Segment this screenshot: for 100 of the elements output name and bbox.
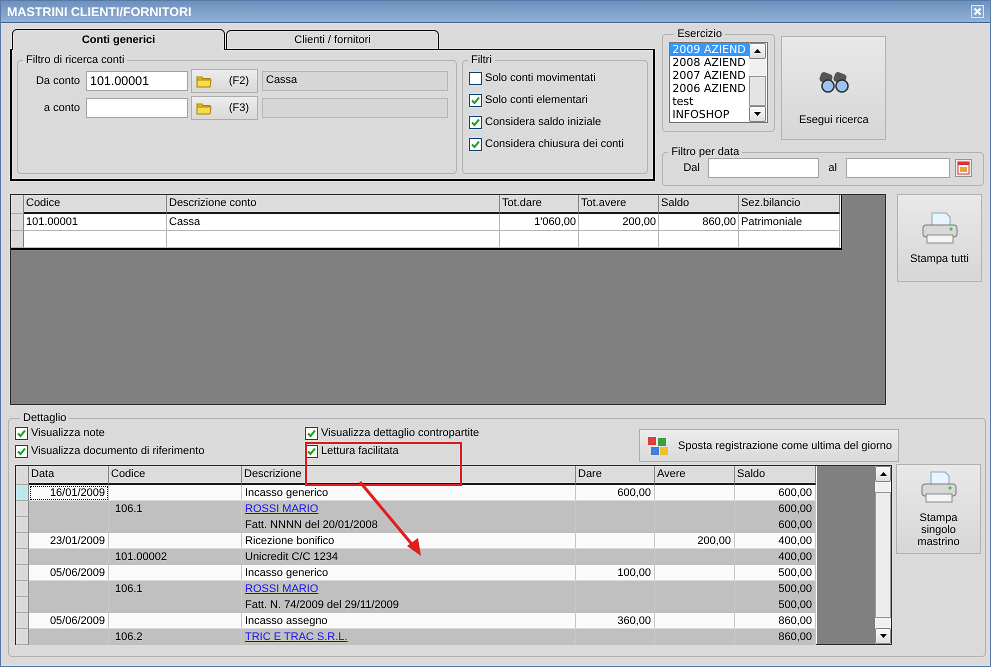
table-cell: 200,00 (579, 214, 659, 231)
row-header[interactable] (16, 517, 29, 533)
account-link[interactable]: ROSSI MARIO (245, 583, 318, 595)
row-header[interactable] (16, 565, 29, 581)
scroll-down-button[interactable] (875, 628, 891, 644)
row-header[interactable] (16, 485, 29, 501)
field-label: Da conto (34, 75, 80, 87)
table-cell: 500,00 (735, 565, 816, 581)
scroll-up-button[interactable] (875, 466, 891, 482)
table-cell: Fatt. N. 74/2009 del 29/11/2009 (242, 597, 576, 613)
checkbox[interactable] (469, 116, 482, 128)
scroll-down-button[interactable] (749, 106, 766, 122)
cubes-icon (646, 434, 670, 456)
table-cell: 400,00 (735, 549, 816, 565)
column-header[interactable]: Descrizione conto (167, 195, 500, 214)
scrollbar[interactable] (875, 466, 891, 644)
table-cell: 106.1 (109, 501, 242, 517)
checkbox-label: Visualizza note (31, 427, 105, 439)
printer-icon (920, 211, 960, 245)
row-header[interactable] (16, 549, 29, 565)
date-field[interactable] (846, 158, 950, 178)
field-label: a conto (42, 102, 80, 114)
table-cell: 600,00 (735, 485, 816, 501)
table-cell: Patrimoniale (739, 214, 840, 231)
scrollbar-thumb[interactable] (749, 76, 766, 106)
tab[interactable]: Conti generici (12, 29, 225, 50)
column-header[interactable]: Dare (576, 466, 655, 485)
column-header[interactable]: Tot.avere (579, 195, 659, 214)
checkbox[interactable] (469, 138, 482, 150)
account-field[interactable]: 101.00001 (86, 71, 188, 91)
table-cell: 500,00 (735, 597, 816, 613)
row-header[interactable] (11, 231, 24, 248)
list-item[interactable]: 2006 AZIEND (670, 82, 750, 95)
group-title: Filtro per data (670, 146, 740, 158)
row-header[interactable] (16, 501, 29, 517)
move-entry-button[interactable]: Sposta registrazione come ultima del giorno (639, 429, 899, 462)
column-header[interactable]: Data (29, 466, 109, 485)
scrollbar-thumb[interactable] (875, 492, 891, 618)
checkbox-label: Lettura facilitata (321, 445, 399, 457)
column-header[interactable]: Codice (24, 195, 167, 214)
table-cell: 100,00 (576, 565, 655, 581)
print-ledger-button[interactable]: Stampa singolo mastrino (896, 464, 981, 554)
checkbox[interactable] (15, 444, 28, 458)
table-cell: 101.00001 (24, 214, 167, 231)
list-item[interactable]: test (670, 95, 750, 108)
column-header[interactable]: Descrizione (242, 466, 576, 485)
table-cell: 16/01/2009 (29, 485, 109, 501)
date-field[interactable] (708, 158, 820, 178)
fiscal-year-list[interactable]: 2009 AZIEND 2008 AZIEND 2007 AZIEND 2006 AZIEND test INFOSHOP (669, 42, 768, 123)
table-cell: 600,00 (576, 485, 655, 501)
column-header[interactable]: Saldo (735, 466, 816, 485)
table-cell: 106.2 (109, 629, 242, 645)
triangle-up-icon (754, 49, 762, 53)
column-header[interactable]: Saldo (659, 195, 739, 214)
column-header[interactable]: Sez.bilancio (739, 195, 840, 214)
lookup-button[interactable]: (F2) (191, 69, 258, 93)
close-icon[interactable] (971, 5, 984, 18)
table-cell: 360,00 (576, 613, 655, 629)
table-cell: 860,00 (735, 629, 816, 645)
search-button[interactable]: Esegui ricerca (781, 36, 886, 140)
table-cell: 860,00 (659, 214, 739, 231)
tab[interactable]: Clienti / fornitori (226, 30, 439, 49)
list-item[interactable]: 2007 AZIEND (670, 69, 750, 82)
account-link[interactable]: ROSSI MARIO (245, 503, 318, 515)
triangle-down-icon (754, 112, 762, 116)
table-cell: Incasso assegno (242, 613, 576, 629)
row-header[interactable] (16, 613, 29, 629)
field-label: Dal (683, 162, 701, 174)
folder-icon (196, 101, 212, 115)
checkbox-label: Visualizza dettaglio contropartite (321, 427, 480, 439)
checkbox[interactable] (305, 426, 318, 440)
table-cell: 23/01/2009 (29, 533, 109, 549)
row-header[interactable] (16, 581, 29, 597)
account-link[interactable]: TRIC E TRAC S.R.L. (245, 631, 348, 643)
list-item[interactable]: INFOSHOP (670, 108, 750, 121)
table-cell: Incasso generico (242, 485, 576, 501)
row-header[interactable] (11, 214, 24, 231)
triangle-down-icon (880, 634, 886, 638)
column-header[interactable]: Codice (109, 466, 242, 485)
scroll-up-button[interactable] (749, 43, 766, 59)
row-header[interactable] (16, 597, 29, 613)
column-header[interactable]: Avere (655, 466, 735, 485)
list-item[interactable]: 2008 AZIEND (670, 56, 750, 69)
row-header[interactable] (16, 629, 29, 645)
checkbox[interactable] (469, 72, 482, 84)
scrollbar[interactable] (749, 43, 766, 122)
calendar-icon[interactable] (954, 159, 972, 177)
checkbox[interactable] (15, 426, 28, 440)
account-field[interactable] (86, 98, 188, 118)
window-title: MASTRINI CLIENTI/FORNITORI (7, 4, 192, 18)
checkbox[interactable] (469, 94, 482, 106)
column-header[interactable]: Tot.dare (500, 195, 579, 214)
table-cell: 600,00 (735, 517, 816, 533)
checkbox-label: Considera saldo iniziale (485, 116, 602, 128)
print-all-button[interactable]: Stampa tutti (897, 194, 982, 282)
printer-icon (918, 470, 958, 504)
row-header[interactable] (16, 533, 29, 549)
lookup-button[interactable]: (F3) (191, 96, 258, 120)
checkbox-label: Visualizza documento di riferimento (31, 445, 204, 457)
group-title: Filtri (470, 54, 493, 66)
